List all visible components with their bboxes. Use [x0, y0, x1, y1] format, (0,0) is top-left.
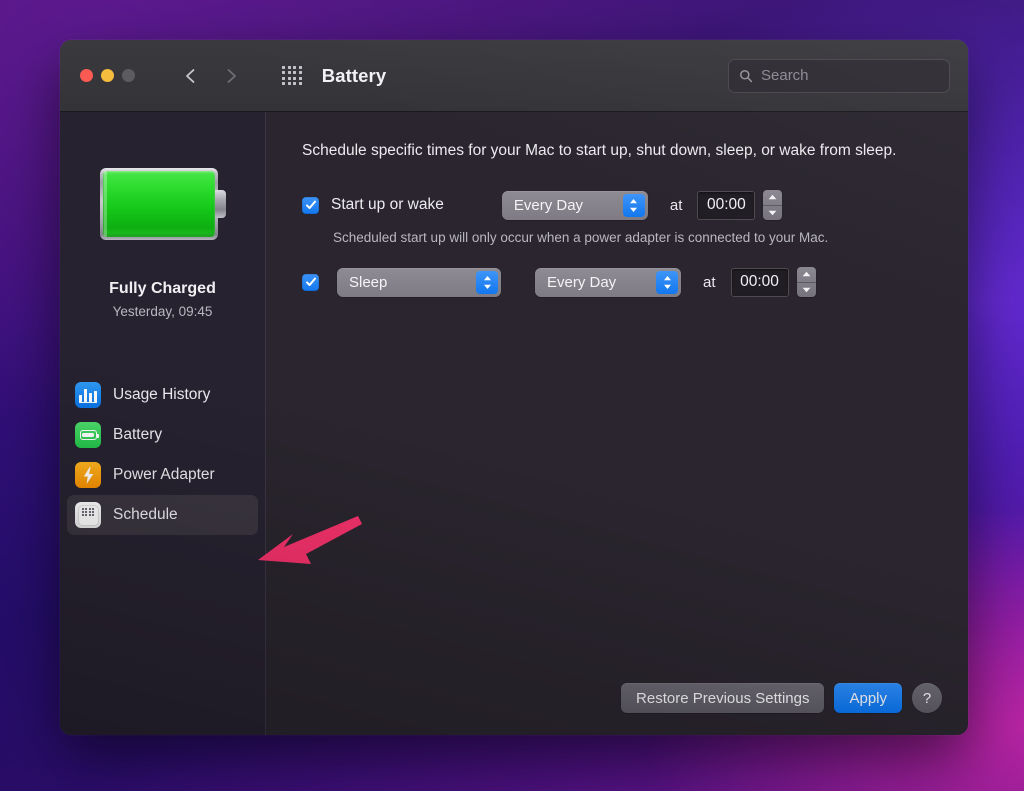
battery-icon	[75, 422, 101, 448]
chevron-updown-icon	[476, 271, 498, 294]
chevron-updown-icon	[656, 271, 678, 294]
sleep-time-stepper[interactable]	[797, 267, 816, 297]
chevron-updown-glyph	[662, 275, 673, 290]
maximize-window-button[interactable]	[122, 69, 135, 82]
search-field[interactable]	[728, 59, 950, 93]
apply-button[interactable]: Apply	[834, 683, 902, 713]
sidebar-item-label: Power Adapter	[113, 466, 215, 484]
footer-actions: Restore Previous Settings Apply ?	[302, 683, 942, 735]
battery-full-icon	[100, 168, 226, 240]
sidebar: Fully Charged Yesterday, 09:45 Usage His…	[60, 112, 266, 735]
startup-checkbox[interactable]	[302, 197, 319, 214]
chevron-updown-glyph	[628, 198, 639, 213]
help-button[interactable]: ?	[912, 683, 942, 713]
sidebar-item-label: Schedule	[113, 506, 178, 524]
minimize-window-button[interactable]	[101, 69, 114, 82]
sleep-at-label: at	[703, 274, 716, 291]
stepper-down-button[interactable]	[763, 205, 782, 221]
main-content: Schedule specific times for your Mac to …	[266, 112, 968, 735]
chevron-up-icon	[768, 194, 777, 200]
startup-day-dropdown[interactable]: Every Day	[502, 191, 648, 220]
battery-last-charged-text: Yesterday, 09:45	[60, 304, 265, 319]
close-window-button[interactable]	[80, 69, 93, 82]
restore-previous-settings-button[interactable]: Restore Previous Settings	[621, 683, 824, 713]
stepper-up-button[interactable]	[763, 190, 782, 205]
chevron-down-icon	[802, 287, 811, 293]
sidebar-item-schedule[interactable]: Schedule	[67, 495, 258, 535]
chevron-updown-icon	[623, 194, 645, 217]
stepper-down-button[interactable]	[797, 282, 816, 298]
sidebar-item-label: Battery	[113, 426, 162, 444]
sidebar-item-power-adapter[interactable]: Power Adapter	[67, 455, 258, 495]
sidebar-item-battery[interactable]: Battery	[67, 415, 258, 455]
sleep-action-value: Sleep	[349, 274, 387, 291]
usage-history-icon	[75, 382, 101, 408]
grid-view-icon[interactable]	[282, 66, 302, 86]
window-body: Fully Charged Yesterday, 09:45 Usage His…	[60, 112, 968, 735]
navigation-buttons	[181, 66, 241, 86]
sleep-schedule-row: Sleep Every Day	[302, 267, 942, 297]
search-input[interactable]	[761, 67, 939, 84]
forward-button[interactable]	[221, 66, 241, 86]
battery-status-text: Fully Charged	[60, 280, 265, 298]
sleep-action-dropdown[interactable]: Sleep	[337, 268, 501, 297]
traffic-lights	[80, 69, 135, 82]
startup-day-value: Every Day	[514, 197, 583, 214]
sidebar-nav-list: Usage History Battery	[60, 375, 265, 535]
sidebar-item-label: Usage History	[113, 386, 210, 404]
lightning-bolt-glyph	[81, 467, 96, 484]
startup-note: Scheduled start up will only occur when …	[333, 230, 942, 245]
chevron-down-icon	[768, 210, 777, 216]
sleep-day-value: Every Day	[547, 274, 616, 291]
chevron-updown-glyph	[482, 275, 493, 290]
sleep-day-dropdown[interactable]: Every Day	[535, 268, 681, 297]
stepper-up-button[interactable]	[797, 267, 816, 282]
startup-time-input[interactable]: 00:00	[697, 191, 755, 220]
startup-time-stepper[interactable]	[763, 190, 782, 220]
chevron-up-icon	[802, 271, 811, 277]
back-button[interactable]	[181, 66, 201, 86]
sleep-checkbox[interactable]	[302, 274, 319, 291]
system-preferences-window: Battery Fully Charged Yesterday, 09:45	[60, 40, 968, 735]
schedule-calendar-icon	[75, 502, 101, 528]
checkmark-icon	[305, 199, 317, 211]
sleep-time-input[interactable]: 00:00	[731, 268, 789, 297]
startup-row-label: Start up or wake	[331, 196, 444, 214]
startup-at-label: at	[670, 197, 683, 214]
page-title: Battery	[322, 65, 386, 87]
intro-description: Schedule specific times for your Mac to …	[302, 140, 927, 162]
window-titlebar: Battery	[60, 40, 968, 112]
checkmark-icon	[305, 276, 317, 288]
sidebar-item-usage-history[interactable]: Usage History	[67, 375, 258, 415]
power-adapter-icon	[75, 462, 101, 488]
search-icon	[739, 69, 753, 83]
startup-schedule-row: Start up or wake Every Day at 00:00	[302, 190, 942, 220]
desktop-wallpaper: Battery Fully Charged Yesterday, 09:45	[0, 0, 1024, 791]
